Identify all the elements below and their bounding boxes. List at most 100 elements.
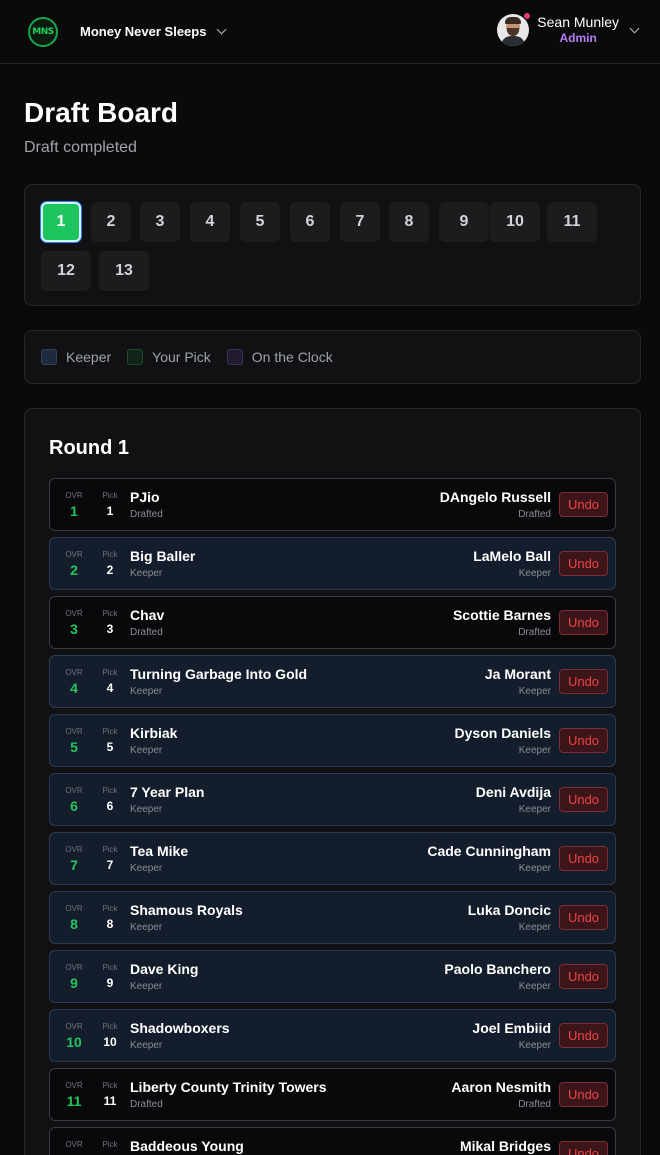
pick-label: Pick [102,609,118,618]
ovr-number: 9 [70,975,78,991]
ovr-number: 10 [66,1034,82,1050]
pick-label: Pick [102,550,118,559]
player-status: Keeper [518,863,551,874]
round-button-12[interactable]: 12 [41,251,91,291]
ovr-number: 7 [70,857,78,873]
undo-button[interactable]: Undo [559,1141,608,1155]
round-button-8[interactable]: 8 [389,202,429,242]
undo-button[interactable]: Undo [559,492,608,517]
pick-number: 2 [106,563,114,577]
undo-button[interactable]: Undo [559,669,608,694]
pick-label: Pick [102,491,118,500]
round-button-7[interactable]: 7 [340,202,380,242]
round-panel: Round 1 OVR 1 Pick 1 PJio Drafted DAngelo Russ… [24,408,641,1155]
pick-label: Pick [102,668,118,677]
pick-label: Pick [102,904,118,913]
undo-button[interactable]: Undo [559,1023,608,1048]
player-status: Drafted [518,509,551,520]
player-status: Keeper [518,568,551,579]
team-name: Big Baller [130,548,196,564]
team-name: Kirbiak [130,725,178,741]
pick-number: 9 [106,976,114,990]
pick-number: 5 [106,740,114,754]
ovr-label: OVR [65,1081,83,1090]
legend: Keeper Your Pick On the Clock [24,330,641,384]
pick-label: Pick [102,727,118,736]
player-name: Mikal Bridges [459,1138,551,1154]
ovr-number: 3 [70,621,78,637]
undo-button[interactable]: Undo [559,728,608,753]
pick-row: OVR 9 Pick 9 Dave King Keeper Paolo Banchero Ke… [49,950,616,1003]
player-status: Keeper [518,686,551,697]
undo-button[interactable]: Undo [559,964,608,989]
team-name: 7 Year Plan [130,784,205,800]
round-button-9[interactable]: 9 [439,202,489,242]
player-status: Drafted [518,627,551,638]
pick-row: OVR 10 Pick 10 Shadowboxers Keeper Joel Embiid… [49,1009,616,1062]
team-status: Keeper [130,686,163,697]
undo-button[interactable]: Undo [559,610,608,635]
round-button-4[interactable]: 4 [190,202,230,242]
undo-button[interactable]: Undo [559,787,608,812]
legend-label: On the Clock [251,349,333,365]
player-status: Keeper [518,804,551,815]
round-button-1[interactable]: 1 [41,202,81,242]
pick-label: Pick [102,786,118,795]
legend-item: Keeper [41,349,111,365]
chevron-down-icon[interactable] [629,23,640,33]
legend-label: Keeper [66,349,112,365]
team-name: Liberty County Trinity Towers [130,1079,327,1095]
ovr-label: OVR [65,1140,83,1149]
round-button-11[interactable]: 11 [547,202,597,242]
legend-swatch [41,349,57,365]
ovr-number: 1 [70,503,78,519]
round-button-5[interactable]: 5 [240,202,280,242]
round-button-3[interactable]: 3 [140,202,180,242]
round-button-2[interactable]: 2 [91,202,131,242]
top-bar: MNS Money Never Sleeps Sean Munley Admin [0,0,660,64]
player-name: Luka Doncic [467,902,551,918]
undo-button[interactable]: Undo [559,551,608,576]
team-name: Baddeous Young [130,1138,244,1154]
user-info: Sean Munley Admin [537,14,619,46]
team-name: Tea Mike [130,843,189,859]
ovr-label: OVR [65,609,83,618]
team-name: Chav [130,607,165,623]
legend-label: Your Pick [152,349,211,365]
league-switcher[interactable]: Money Never Sleeps [80,24,206,39]
pick-row: OVR 8 Pick 8 Shamous Royals Keeper Luka Doncic… [49,891,616,944]
player-name: DAngelo Russell [439,489,551,505]
player-name: Scottie Barnes [452,607,551,623]
user-menu[interactable]: Sean Munley Admin [497,12,640,46]
round-button-13[interactable]: 13 [99,251,149,291]
team-status: Keeper [130,804,163,815]
ovr-number: 6 [70,798,78,814]
player-name: Deni Avdija [475,784,551,800]
user-name: Sean Munley [537,14,619,30]
ovr-label: OVR [65,904,83,913]
team-status: Keeper [130,981,163,992]
round-button-6[interactable]: 6 [290,202,330,242]
league-logo[interactable]: MNS [28,16,58,47]
ovr-label: OVR [65,550,83,559]
team-status: Keeper [130,863,163,874]
ovr-number: 8 [70,916,78,932]
pick-row: OVR 4 Pick 4 Turning Garbage Into Gold Keeper… [49,655,616,708]
pick-row: OVR 5 Pick 5 Kirbiak Keeper Dyson Daniels Keepe… [49,714,616,767]
pick-row: OVR12Pick12Baddeous YoungDraftedMikal Br… [49,1127,616,1155]
notification-dot [523,12,532,20]
pick-row: OVR 3 Pick 3 Chav Drafted Scottie Barnes Drafte… [49,596,616,649]
page-title: Draft Board [24,97,179,128]
logo-text: MNS [32,26,54,37]
round-selector: 1 2 3 4 5 6 7 8 9 10 11 12 13 [24,184,641,306]
player-status: Keeper [518,981,551,992]
team-status: Drafted [130,1099,163,1110]
player-status: Keeper [518,922,551,933]
chevron-down-icon[interactable] [217,24,227,35]
pick-label: Pick [102,1022,118,1031]
undo-button[interactable]: Undo [559,846,608,871]
undo-button[interactable]: Undo [559,905,608,930]
ovr-number: 4 [70,680,78,696]
undo-button[interactable]: Undo [559,1082,608,1107]
round-button-10[interactable]: 10 [490,202,540,242]
